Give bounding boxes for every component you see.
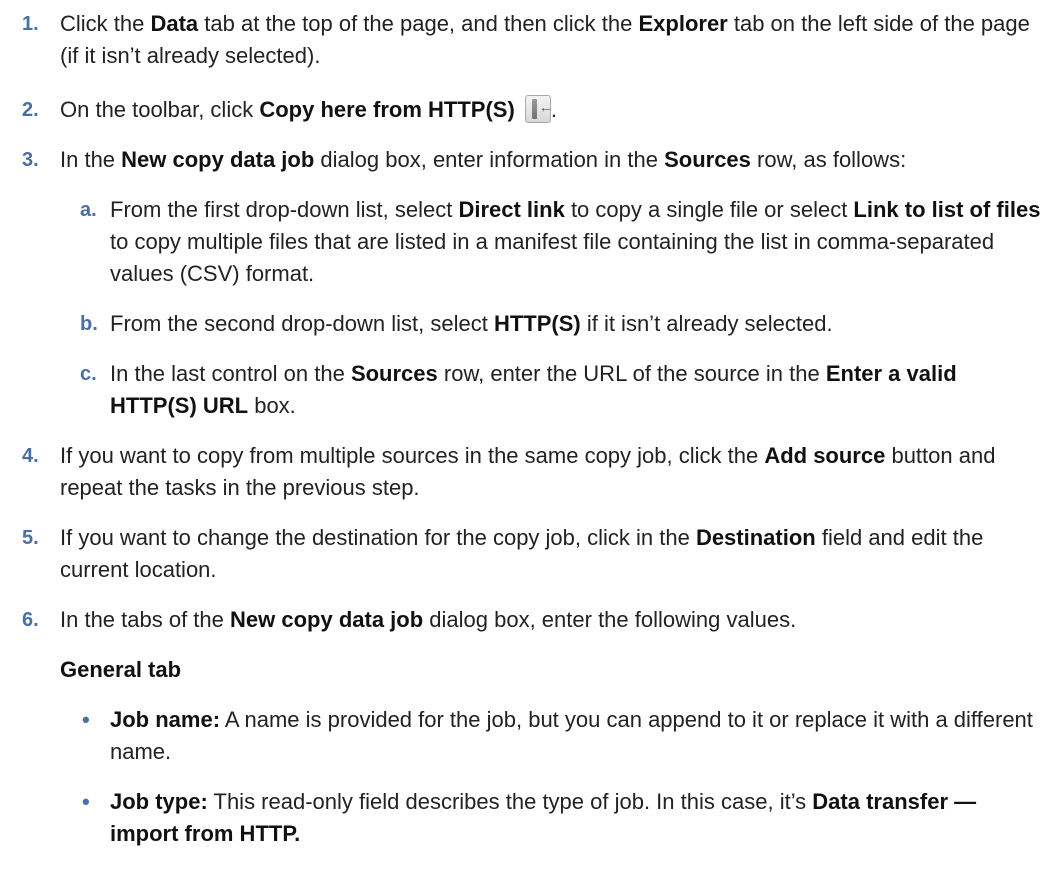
general-tab-bullets: • Job name: A name is provided for the j… <box>0 704 1043 850</box>
document: 1. Click the Data tab at the top of the … <box>0 0 1043 850</box>
step-2: 2. On the toolbar, click Copy here from … <box>0 94 1043 126</box>
step-6: 6. In the tabs of the New copy data job … <box>0 604 1043 636</box>
bullet-job-name: • Job name: A name is provided for the j… <box>60 704 1043 768</box>
text: In the tabs of the <box>60 607 231 632</box>
text: If you want to copy from multiple source… <box>60 443 765 468</box>
bold-text: Sources <box>664 147 751 172</box>
text: to copy multiple files that are listed i… <box>110 229 995 286</box>
text: In the <box>60 147 122 172</box>
bullet-mark: • <box>82 707 90 732</box>
text: This read-only field describes the type … <box>207 789 813 814</box>
bold-text: Link to list of files <box>853 197 1041 222</box>
step-4: 4. If you want to copy from multiple sou… <box>0 440 1043 504</box>
text: row, enter the URL of the source in the <box>437 361 826 386</box>
text: to copy a single file or select <box>564 197 854 222</box>
step-number: 5. <box>22 527 39 549</box>
bold-text: Explorer <box>638 11 728 36</box>
text: dialog box, enter the following values. <box>423 607 797 632</box>
bold-text: Data <box>150 11 199 36</box>
bold-text: Copy here from HTTP(S) <box>259 97 515 122</box>
step-5: 5. If you want to change the destination… <box>0 522 1043 586</box>
text: row, as follows: <box>750 147 907 172</box>
step-1: 1. Click the Data tab at the top of the … <box>0 8 1043 72</box>
step-number: 3. <box>22 149 39 171</box>
bold-text: Job name: <box>110 707 221 732</box>
step-number: 2. <box>22 99 39 121</box>
step-number: 1. <box>22 13 39 35</box>
substep-letter: a. <box>80 199 97 221</box>
text: box. <box>248 393 296 418</box>
text: If you want to change the destination fo… <box>60 525 696 550</box>
text: Click the <box>60 11 151 36</box>
text: tab at the top of the page, and then cli… <box>198 11 639 36</box>
text: if it isn’t already selected. <box>580 311 833 336</box>
text: dialog box, enter information in the <box>314 147 665 172</box>
bold-text: HTTP(S) <box>493 311 581 336</box>
step-3: 3. In the New copy data job dialog box, … <box>0 144 1043 176</box>
text: In the last control on the <box>110 361 351 386</box>
text: From the first drop-down list, select <box>110 197 459 222</box>
general-tab-heading: General tab <box>60 657 182 682</box>
substep-c: c. In the last control on the Sources ro… <box>60 358 1043 422</box>
bullet-job-type: • Job type: This read-only field describ… <box>60 786 1043 850</box>
substep-letter: c. <box>80 363 97 385</box>
bold-text: New copy data job <box>230 607 424 632</box>
bold-text: Direct link <box>458 197 565 222</box>
bold-text: Add source <box>764 443 886 468</box>
copy-here-from-http-icon: ← <box>524 95 553 123</box>
bullet-mark: • <box>82 789 90 814</box>
text: A name is provided for the job, but you … <box>110 707 1033 764</box>
substeps: a. From the first drop-down list, select… <box>0 194 1043 422</box>
bold-text: Destination <box>695 525 816 550</box>
bold-text: Job type: <box>110 789 208 814</box>
substep-a: a. From the first drop-down list, select… <box>60 194 1043 290</box>
bold-text: Sources <box>350 361 438 386</box>
substep-b: b. From the second drop-down list, selec… <box>60 308 1043 340</box>
step-number: 4. <box>22 445 39 467</box>
substep-letter: b. <box>80 313 98 335</box>
text: On the toolbar, click <box>60 97 260 122</box>
text: From the second drop-down list, select <box>110 311 494 336</box>
step-number: 6. <box>22 609 39 631</box>
bold-text: New copy data job <box>121 147 315 172</box>
